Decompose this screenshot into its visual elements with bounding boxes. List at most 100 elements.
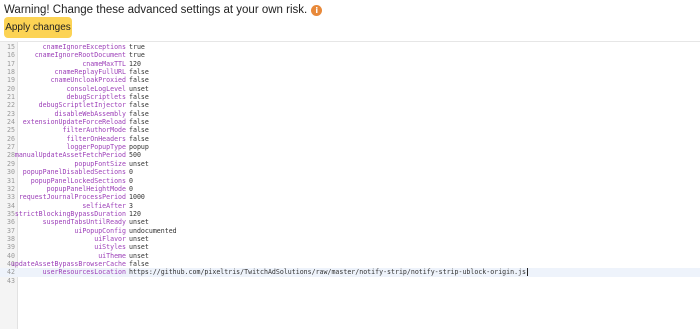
editor-line[interactable]: 25 filterAuthorMode false — [0, 126, 700, 134]
line-number: 38 — [7, 234, 15, 243]
line-number: 15 — [7, 43, 15, 51]
line-number: 31 — [7, 176, 15, 185]
setting-value[interactable]: undocumented — [129, 227, 177, 235]
setting-value[interactable]: 0 — [129, 185, 133, 193]
line-number: 35 — [7, 209, 15, 218]
editor-line[interactable]: 29 popupFontSize unset — [0, 160, 700, 168]
editor-line[interactable]: 23 disableWebAssembly false — [0, 110, 700, 118]
setting-value-text: https://github.com/pixeltris/TwitchAdSol… — [129, 268, 526, 277]
setting-value[interactable]: false — [129, 93, 149, 101]
line-number: 27 — [7, 143, 15, 152]
setting-value-text: false — [129, 109, 149, 118]
editor-line[interactable]: 17 cnameMaxTTL 120 — [0, 60, 700, 68]
editor-line[interactable]: 27 loggerPopupType popup — [0, 143, 700, 151]
setting-value[interactable]: true — [129, 51, 145, 59]
setting-value-text: false — [129, 126, 149, 135]
line-number: 40 — [7, 251, 15, 260]
editor-line[interactable]: 20 consoleLogLevel unset — [0, 85, 700, 93]
setting-value[interactable]: unset — [129, 243, 149, 251]
setting-name: cnameMaxTTL — [82, 59, 126, 68]
setting-name: filterAuthorMode — [62, 126, 126, 135]
setting-value-text: unset — [129, 251, 149, 260]
setting-value-text: 0 — [129, 184, 133, 193]
editor-line[interactable]: 21 debugScriptlets false — [0, 93, 700, 101]
line-number: 20 — [7, 84, 15, 93]
setting-value[interactable]: false — [129, 118, 149, 126]
setting-name: selfieAfter — [82, 201, 126, 210]
editor-line[interactable]: 38 uiFlavor unset — [0, 235, 700, 243]
setting-value[interactable]: unset — [129, 252, 149, 260]
setting-value[interactable]: false — [129, 260, 149, 268]
editor-line[interactable]: 36 suspendTabsUntilReady unset — [0, 218, 700, 226]
setting-value[interactable]: 500 — [129, 151, 141, 159]
editor-line[interactable]: 39 uiStyles unset — [0, 243, 700, 251]
setting-name: cnameUncloakProxied — [50, 76, 126, 85]
setting-name: disableWebAssembly — [54, 109, 126, 118]
setting-value[interactable]: unset — [129, 160, 149, 168]
editor-line[interactable]: 19 cnameUncloakProxied false — [0, 76, 700, 84]
setting-name: debugScriptlets — [66, 93, 126, 102]
editor-line[interactable]: 40 uiTheme unset — [0, 252, 700, 260]
setting-value[interactable]: 1000 — [129, 193, 145, 201]
setting-value[interactable]: false — [129, 68, 149, 76]
setting-value[interactable]: false — [129, 110, 149, 118]
setting-name: uiStyles — [94, 243, 126, 252]
setting-value[interactable]: false — [129, 126, 149, 134]
settings-editor[interactable]: 15 cnameIgnoreExceptions true 16 cnameIgnore… — [0, 41, 700, 329]
editor-line[interactable]: 30 popupPanelDisabledSections 0 — [0, 168, 700, 176]
editor-line[interactable]: 41 updateAssetBypassBrowserCache false — [0, 260, 700, 268]
editor-line[interactable]: 35 strictBlockingBypassDuration 120 — [0, 210, 700, 218]
line-number: 34 — [7, 201, 15, 210]
editor-line[interactable]: 15 cnameIgnoreExceptions true — [0, 43, 700, 51]
setting-name: popupPanelLockedSections — [30, 176, 126, 185]
apply-changes-button[interactable]: Apply changes — [4, 17, 72, 38]
editor-line[interactable]: 37 uiPopupConfig undocumented — [0, 227, 700, 235]
line-number: 43 — [7, 276, 15, 285]
line-number: 18 — [7, 68, 15, 77]
setting-value[interactable]: unset — [129, 235, 149, 243]
editor-line[interactable]: 31 popupPanelLockedSections 0 — [0, 177, 700, 185]
setting-value[interactable]: https://github.com/pixeltris/TwitchAdSol… — [129, 268, 528, 277]
setting-value[interactable]: unset — [129, 218, 149, 226]
setting-name: filterOnHeaders — [66, 134, 126, 143]
setting-value-text: false — [129, 118, 149, 127]
setting-value[interactable]: 3 — [129, 202, 133, 210]
setting-value[interactable]: 120 — [129, 210, 141, 218]
editor-line[interactable]: 33 requestJournalProcessPeriod 1000 — [0, 193, 700, 201]
editor-line[interactable]: 18 cnameReplayFullURL false — [0, 68, 700, 76]
setting-value-text: 0 — [129, 168, 133, 177]
line-number: 19 — [7, 76, 15, 85]
info-icon[interactable]: i — [311, 4, 323, 16]
setting-value[interactable]: false — [129, 101, 149, 109]
editor-line[interactable]: 28 manualUpdateAssetFetchPeriod 500 — [0, 151, 700, 159]
editor-line[interactable]: 16 cnameIgnoreRootDocument true — [0, 51, 700, 59]
line-number: 29 — [7, 159, 15, 168]
setting-value[interactable]: 0 — [129, 168, 133, 176]
editor-line[interactable]: 34 selfieAfter 3 — [0, 202, 700, 210]
setting-value[interactable]: unset — [129, 85, 149, 93]
line-number: 17 — [7, 59, 15, 68]
setting-name: loggerPopupType — [66, 143, 126, 152]
line-number: 30 — [7, 168, 15, 177]
setting-value[interactable]: false — [129, 135, 149, 143]
editor-line-active[interactable]: 42 userResourcesLocation https://github.co… — [0, 268, 700, 277]
setting-value[interactable]: popup — [129, 143, 149, 151]
setting-value-text: false — [129, 93, 149, 102]
setting-value[interactable]: false — [129, 76, 149, 84]
setting-value[interactable]: 0 — [129, 177, 133, 185]
editor-line[interactable]: 32 popupPanelHeightMode 0 — [0, 185, 700, 193]
setting-value-text: unset — [129, 84, 149, 93]
setting-value[interactable]: true — [129, 43, 145, 51]
editor-line[interactable]: 24 extensionUpdateForceReload false — [0, 118, 700, 126]
setting-value-text: false — [129, 68, 149, 77]
editor-line[interactable]: 43 — [0, 277, 700, 285]
line-number: 36 — [7, 218, 15, 227]
editor-line[interactable]: 26 filterOnHeaders false — [0, 135, 700, 143]
setting-value-text: 120 — [129, 59, 141, 68]
setting-value[interactable]: 120 — [129, 60, 141, 68]
setting-value-text: unset — [129, 218, 149, 227]
line-number: 39 — [7, 243, 15, 252]
editor-line[interactable]: 22 debugScriptletInjector false — [0, 101, 700, 109]
setting-name: popupFontSize — [74, 159, 126, 168]
setting-value-text: unset — [129, 243, 149, 252]
